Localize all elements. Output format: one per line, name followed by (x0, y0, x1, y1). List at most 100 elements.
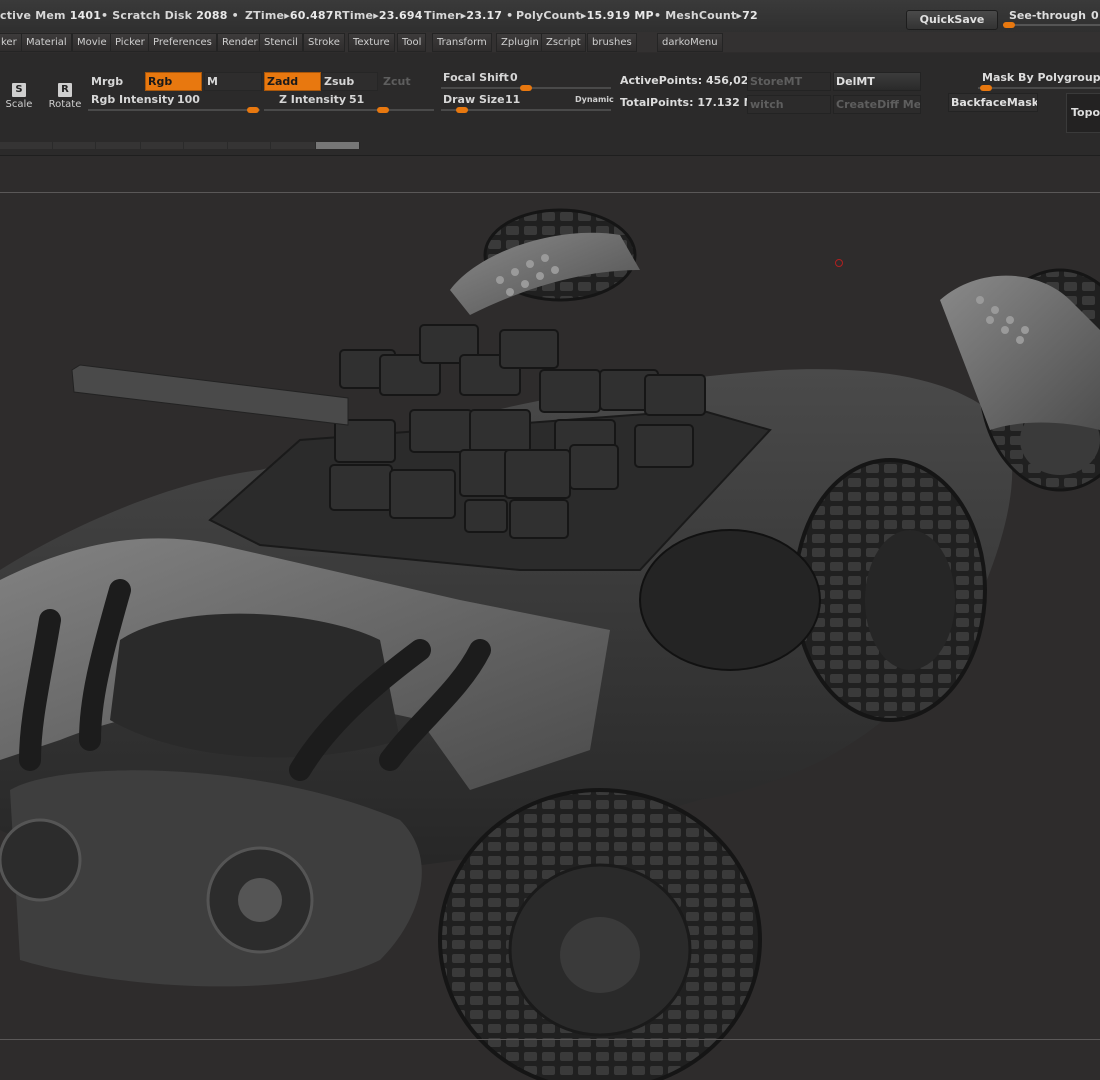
menu-stencil[interactable]: Stencil (259, 33, 303, 52)
rtime-value: 23.694 (378, 9, 423, 22)
draw-size-knob[interactable] (456, 107, 468, 113)
canvas-bottom-border (0, 1039, 1100, 1040)
menu-zplugin[interactable]: Zplugin (496, 33, 544, 52)
active-mem-value: 1401 (69, 9, 102, 22)
ztime-readout: ZTime▸60.487 (245, 9, 334, 22)
dynamic-toggle[interactable]: Dynamic (575, 95, 614, 104)
rtime-label: RTime (334, 9, 374, 22)
vehicle-model-render[interactable] (0, 156, 1100, 1080)
menu-tool[interactable]: Tool (397, 33, 427, 52)
menu-zscript[interactable]: Zscript (541, 33, 586, 52)
scale-icon: S (7, 83, 26, 99)
draw-size-value: 11 (505, 93, 521, 106)
scroll-segment (96, 142, 141, 149)
shelf-scrollbar-thumb[interactable] (316, 142, 359, 149)
zadd-button[interactable]: Zadd (264, 72, 321, 91)
see-through-label: See-through (1009, 9, 1087, 22)
quicksave-button[interactable]: QuickSave (906, 10, 998, 30)
menu-stroke[interactable]: Stroke (303, 33, 345, 52)
mask-by-polygroups-track[interactable] (978, 87, 1100, 89)
cursor-marker (835, 259, 843, 267)
polycount-label: PolyCount (516, 9, 581, 22)
z-intensity-label: Z Intensity (279, 93, 347, 106)
front-tire (438, 788, 762, 1080)
active-points-readout: ActivePoints: 456,023 (620, 74, 756, 87)
meshcount-label: MeshCount (665, 9, 737, 22)
scroll-segment (53, 142, 96, 149)
total-points-readout: TotalPoints: 17.132 Mil (620, 96, 762, 109)
menu-bar: ker Material Movie Picker Preferences Re… (0, 32, 1100, 52)
menu-transform[interactable]: Transform (432, 33, 492, 52)
timer-value: 23.17 (466, 9, 503, 22)
menu-render[interactable]: Render (217, 33, 263, 52)
focal-shift-value: 0 (510, 71, 518, 84)
shelf-scrollbar[interactable] (0, 142, 360, 149)
timer-label: Timer (424, 9, 461, 22)
timer-readout: Timer▸23.17 • (424, 9, 514, 22)
scroll-segment (141, 142, 184, 149)
right-tire (793, 458, 987, 722)
creatediff-button[interactable]: CreateDiff Me (833, 95, 921, 114)
rgb-button[interactable]: Rgb (145, 72, 202, 91)
meshcount-value: 72 (742, 9, 758, 22)
antenna-bar (71, 364, 349, 426)
m-button[interactable]: M (204, 72, 262, 91)
total-points-label: TotalPoints: (620, 96, 694, 109)
active-points-label: ActivePoints: (620, 74, 703, 87)
switch-button[interactable]: witch (747, 95, 831, 114)
meshcount-readout: • MeshCount▸72 (654, 9, 758, 22)
scale-label: Scale (5, 99, 33, 110)
rtime-readout: RTime▸23.694 (334, 9, 423, 22)
polycount-value: 15.919 MP (586, 9, 654, 22)
z-intensity-track[interactable] (264, 109, 434, 111)
front-hatch (110, 613, 400, 758)
focal-shift-knob[interactable] (520, 85, 532, 91)
see-through-value: 0 (1091, 9, 1099, 22)
menu-picker-partial[interactable]: ker (0, 33, 22, 52)
scratch-disk-value: 2088 (196, 9, 228, 22)
z-intensity-knob[interactable] (377, 107, 389, 113)
rotate-button[interactable]: R Rotate (47, 75, 83, 115)
scratch-disk-readout: • Scratch Disk 2088 • (101, 9, 239, 22)
menu-movie[interactable]: Movie (72, 33, 112, 52)
menu-brushes[interactable]: brushes (587, 33, 637, 52)
delmt-button[interactable]: DelMT (833, 72, 921, 91)
scale-button[interactable]: S Scale (1, 75, 37, 115)
status-bar: ctive Mem 1401 • Scratch Disk 2088 • ZTi… (0, 0, 1100, 33)
mask-by-polygroups-knob[interactable] (980, 85, 992, 91)
zsub-button[interactable]: Zsub (321, 72, 378, 91)
rgb-intensity-track[interactable] (88, 109, 260, 111)
see-through-knob[interactable] (1003, 22, 1015, 28)
focal-shift-label: Focal Shift (443, 71, 509, 84)
rgb-intensity-knob[interactable] (247, 107, 259, 113)
document-canvas[interactable] (0, 156, 1100, 1080)
menu-material[interactable]: Material (21, 33, 72, 52)
backfacemask-button[interactable]: BackfaceMask (948, 93, 1038, 112)
rotate-icon: R (53, 83, 72, 99)
menu-texture[interactable]: Texture (348, 33, 395, 52)
see-through-track[interactable] (1003, 24, 1100, 26)
scroll-segment (0, 142, 53, 149)
scroll-segment (228, 142, 271, 149)
active-mem-label: ctive Mem (0, 9, 66, 22)
menu-picker[interactable]: Picker (110, 33, 150, 52)
draw-size-label: Draw Size (443, 93, 505, 106)
mrgb-button[interactable]: Mrgb (88, 72, 144, 91)
see-through-slider[interactable]: See-through 0 (1003, 8, 1100, 28)
ztime-value: 60.487 (289, 9, 334, 22)
storemt-button[interactable]: StoreMT (747, 72, 831, 91)
topology-button[interactable]: Topol (1066, 93, 1100, 133)
menu-darkomenu[interactable]: darkoMenu (657, 33, 723, 52)
rotate-label: Rotate (48, 99, 82, 110)
mask-by-polygroups-label: Mask By Polygroups (982, 71, 1100, 84)
zcut-button[interactable]: Zcut (380, 72, 436, 91)
ztime-label: ZTime (245, 9, 285, 22)
shield-disc (639, 529, 821, 671)
polycount-readout: PolyCount▸15.919 MP (516, 9, 654, 22)
active-mem-readout: ctive Mem 1401 (0, 9, 101, 22)
z-intensity-value: 51 (349, 93, 365, 106)
scratch-disk-label: Scratch Disk (112, 9, 193, 22)
scroll-segment (271, 142, 316, 149)
menu-preferences[interactable]: Preferences (148, 33, 217, 52)
rgb-intensity-value: 100 (177, 93, 200, 106)
